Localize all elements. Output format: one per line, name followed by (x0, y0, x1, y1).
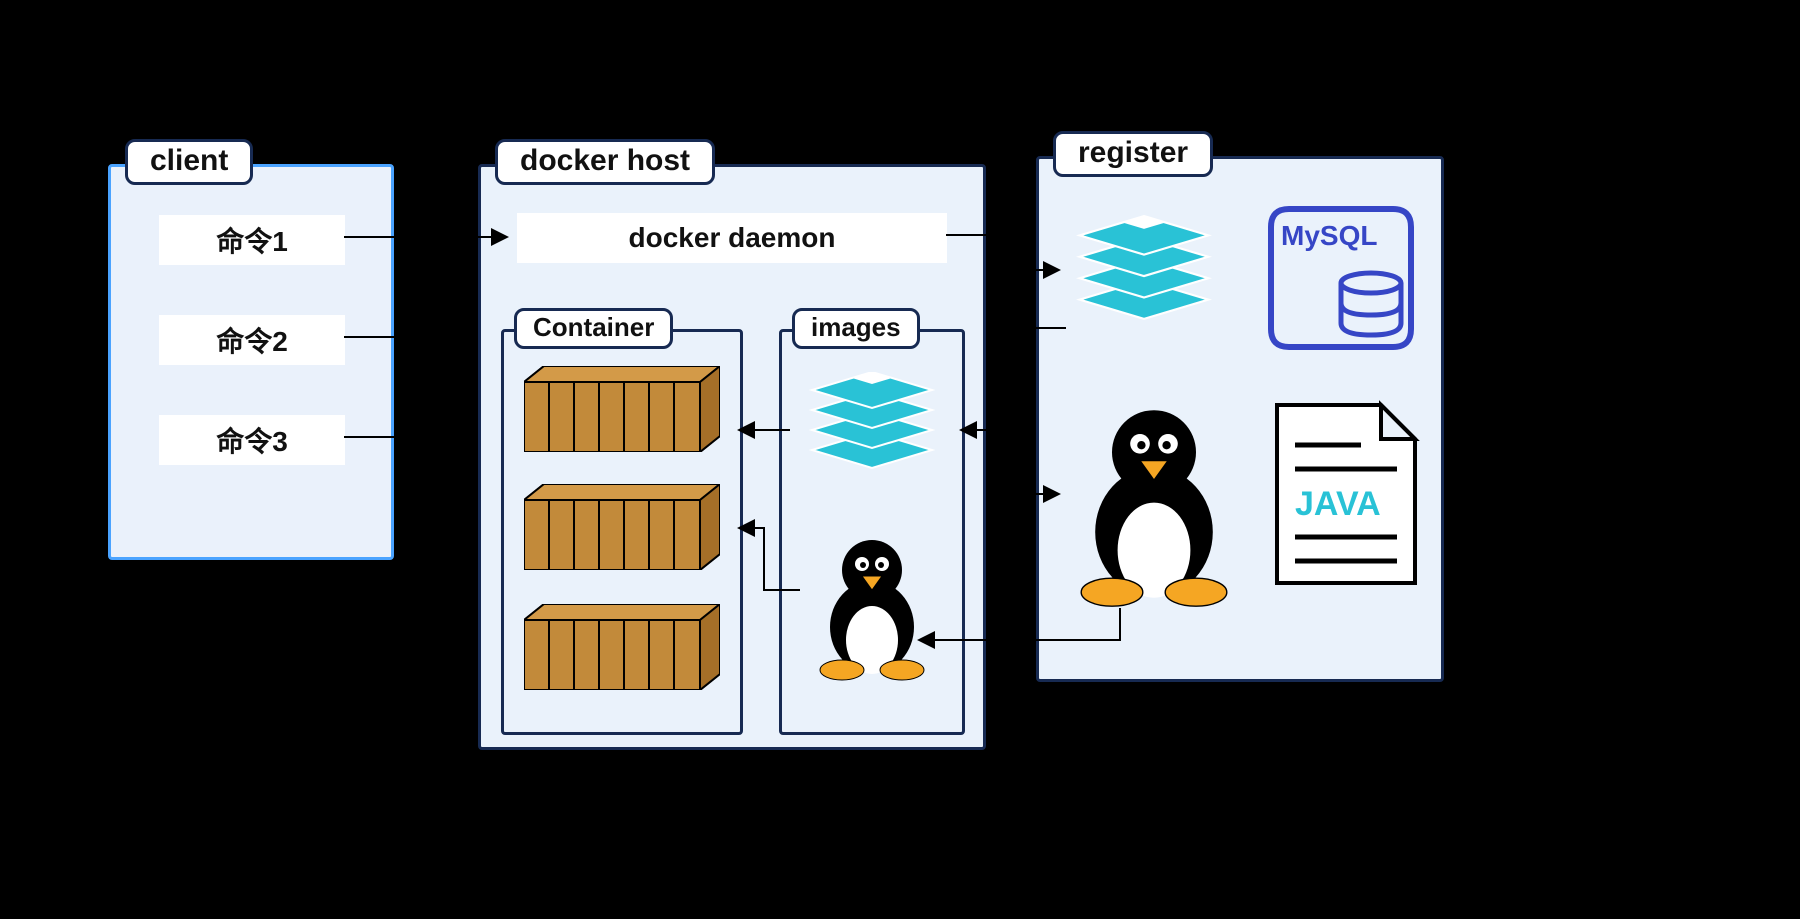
container-crate-3 (524, 604, 720, 690)
layers-icon (802, 372, 942, 482)
mysql-label: MySQL (1281, 220, 1377, 251)
docker-host-title: docker host (495, 139, 715, 185)
register-title: register (1053, 131, 1213, 177)
java-label: JAVA (1295, 485, 1381, 523)
container-title: Container (514, 308, 673, 349)
client-command-3: 命令3 (159, 415, 345, 465)
diagram-stage: { "client": { "title": "client", "comman… (0, 0, 1800, 919)
client-panel: client 命令1 命令2 命令3 (108, 164, 394, 560)
client-command-2: 命令2 (159, 315, 345, 365)
tux-icon (812, 532, 932, 682)
container-subpanel: Container (501, 329, 743, 735)
docker-host-panel: docker host docker daemon Container (478, 164, 986, 750)
container-crate-2 (524, 484, 720, 570)
java-file-icon: JAVA (1271, 399, 1421, 589)
container-crate-1 (524, 366, 720, 452)
register-panel: register MySQL JAVA (1036, 156, 1444, 682)
images-title: images (792, 308, 920, 349)
mysql-icon: MySQL (1261, 203, 1421, 353)
register-layers-icon (1069, 215, 1219, 335)
register-tux-icon (1069, 399, 1239, 609)
client-command-1: 命令1 (159, 215, 345, 265)
docker-daemon-box: docker daemon (517, 213, 947, 263)
client-title: client (125, 139, 253, 185)
images-subpanel: images (779, 329, 965, 735)
